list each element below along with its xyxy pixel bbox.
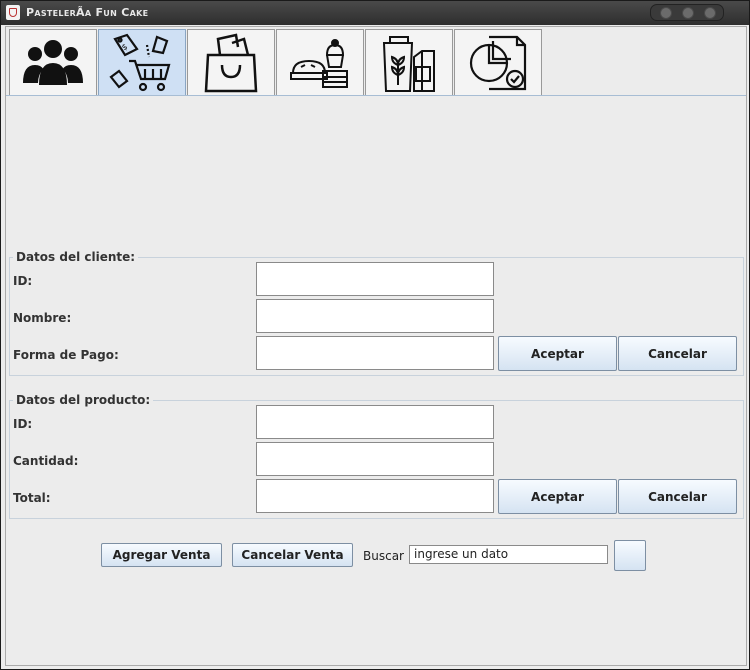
window-controls: [650, 4, 724, 21]
cliente-cancel-button[interactable]: Cancelar: [618, 336, 737, 371]
tab-panel-ventas: Datos del cliente: ID: Nombre: Forma de …: [6, 95, 746, 666]
window-title: PastelerÃ­a Fun Cake: [26, 6, 149, 19]
tab-bar: $: [6, 27, 746, 97]
cliente-id-label: ID:: [13, 274, 33, 288]
cliente-nombre-label: Nombre:: [13, 311, 72, 325]
tab-productos[interactable]: [365, 29, 453, 95]
buscar-label: Buscar: [363, 549, 404, 563]
cliente-id-field[interactable]: [256, 262, 494, 296]
java-icon: [6, 5, 20, 20]
forma-pago-field[interactable]: [256, 336, 494, 370]
title-bar[interactable]: PastelerÃ­a Fun Cake: [1, 1, 749, 25]
cancelar-venta-button[interactable]: Cancelar Venta: [232, 543, 353, 567]
tab-ventas[interactable]: $: [98, 29, 186, 95]
cantidad-label: Cantidad:: [13, 454, 79, 468]
producto-legend: Datos del producto:: [16, 393, 151, 407]
producto-accept-button[interactable]: Aceptar: [498, 479, 617, 514]
tab-pedidos[interactable]: [187, 29, 275, 95]
minimize-icon[interactable]: [660, 7, 672, 19]
tab-clientes[interactable]: [9, 29, 97, 95]
producto-id-field[interactable]: [256, 405, 494, 439]
producto-cancel-button[interactable]: Cancelar: [618, 479, 737, 514]
shopping-bag-icon: [204, 33, 258, 93]
sale-tags-cart-icon: $: [109, 33, 171, 92]
total-field[interactable]: [256, 479, 494, 513]
total-label: Total:: [13, 491, 51, 505]
tab-reportes[interactable]: [454, 29, 542, 95]
users-icon: [23, 40, 83, 85]
agregar-venta-button[interactable]: Agregar Venta: [101, 543, 222, 567]
report-chart-icon: [469, 35, 527, 91]
maximize-icon[interactable]: [682, 7, 694, 19]
forma-pago-label: Forma de Pago:: [13, 348, 119, 362]
search-input[interactable]: ingrese un dato: [409, 545, 608, 564]
main-content: $ Datos del cliente: ID: Nombre: Forma d…: [5, 26, 747, 666]
cliente-nombre-field[interactable]: [256, 299, 494, 333]
cantidad-field[interactable]: [256, 442, 494, 476]
cliente-accept-button[interactable]: Aceptar: [498, 336, 617, 371]
cliente-legend: Datos del cliente:: [16, 250, 136, 264]
producto-id-label: ID:: [13, 417, 33, 431]
tab-pasteles[interactable]: [276, 29, 364, 95]
close-icon[interactable]: [704, 7, 716, 19]
pastries-icon: [290, 39, 348, 88]
search-button[interactable]: [614, 540, 646, 571]
grocery-products-icon: [382, 36, 435, 92]
app-window: PastelerÃ­a Fun Cake: [0, 0, 750, 670]
